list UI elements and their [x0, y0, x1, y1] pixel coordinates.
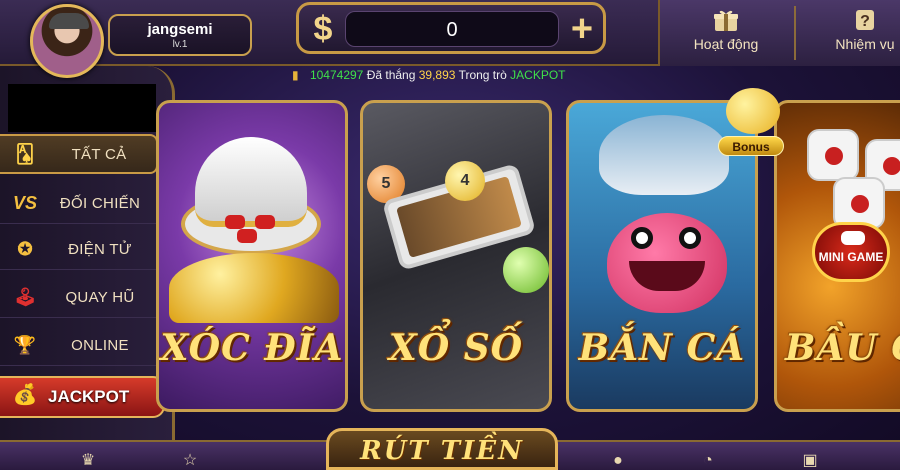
game-card-xo-so[interactable]: 5 4 XỔ SỐ — [360, 100, 552, 412]
game-title: BẮN CÁ — [578, 327, 746, 369]
ticker-amount: 10474297 — [309, 68, 364, 82]
balance-panel: $ 0 + — [296, 2, 606, 54]
mini-game-label: MINI GAME — [818, 250, 884, 264]
fish-eye — [679, 227, 701, 249]
fish-mouth — [629, 261, 705, 291]
cards-icon: 🂡 — [15, 143, 35, 164]
bowl-image — [195, 137, 307, 227]
sidebar-item-label: ĐIỆN TỬ — [68, 241, 132, 258]
add-funds-button[interactable]: + — [563, 10, 601, 48]
sidebar-item-label: ĐỐI CHIẾN — [59, 195, 141, 212]
mini-game-button[interactable]: MINI GAME — [812, 222, 890, 282]
game-card-xoc-dia[interactable]: XÓC ĐĨA — [156, 100, 348, 412]
ticker-won-text: Đã thắng — [366, 68, 416, 82]
fish-eye — [631, 227, 653, 249]
top-right-menu: Hoạt động ? Nhiệm vụ — [658, 0, 900, 66]
activity-button[interactable]: Hoạt động — [676, 8, 776, 64]
svg-text:?: ? — [860, 13, 870, 30]
ticker-mark-icon: ▮ — [292, 68, 299, 82]
game-title: XÓC ĐĨA — [160, 327, 344, 369]
sidebar-item-label: ONLINE — [71, 337, 129, 354]
jackpot-label: JACKPOT — [48, 387, 130, 406]
sidebar-item-online[interactable]: 🏆 ONLINE — [0, 326, 158, 366]
red-chip — [237, 229, 257, 243]
lottery-ball — [503, 247, 549, 293]
sidebar-item-electronic[interactable]: ✪ ĐIỆN TỬ — [0, 230, 158, 270]
red-chip — [225, 215, 245, 229]
jackpot-ticker: ▮ 10474297 Đã thắng 39,893 Trong trò JAC… — [292, 66, 566, 84]
support-icon[interactable]: ◔ — [694, 452, 722, 470]
vs-icon: VS — [12, 193, 37, 213]
sidebar-item-label: QUAY HŨ — [65, 289, 135, 306]
sidebar-item-all[interactable]: 🂡 TẤT CẢ — [0, 134, 158, 174]
balance-value: 0 — [345, 11, 559, 47]
lottery-ball: 4 — [445, 161, 485, 201]
user-name-plate[interactable]: jangsemi lv.1 — [108, 14, 252, 56]
bonus-badge: Bonus — [718, 136, 784, 156]
menu-divider — [794, 6, 796, 60]
star-badge-icon: ✪ — [17, 239, 33, 259]
jackpot-button[interactable]: 💰 JACKPOT — [0, 376, 165, 418]
dice-image — [807, 129, 859, 181]
gamepad-icon — [841, 231, 865, 245]
money-bag-icon: 💰 — [12, 384, 38, 406]
gift-icon — [714, 10, 738, 31]
ticker-prize: 39,893 — [418, 68, 456, 82]
ranking-icon[interactable]: ♛ — [74, 452, 102, 470]
trophy-icon: 🏆 — [13, 335, 37, 355]
user-icon[interactable]: ● — [604, 452, 632, 470]
ticker-game-text: Trong trò — [458, 68, 507, 82]
joystick-icon: 🕹 — [13, 287, 37, 307]
piggy-bank-icon — [726, 88, 780, 134]
mission-button[interactable]: ? Nhiệm vụ — [820, 8, 900, 64]
avatar-hat — [49, 13, 89, 29]
game-title: BẦU CUA — [785, 327, 900, 369]
sidebar-item-slots[interactable]: 🕹 QUAY HŨ — [0, 278, 158, 318]
activity-label: Hoạt động — [693, 36, 759, 52]
game-title: XỔ SỐ — [388, 327, 524, 369]
settings-icon[interactable]: ▣ — [796, 452, 824, 470]
red-chip — [255, 215, 275, 229]
user-level: lv.1 — [172, 39, 188, 50]
mission-label: Nhiệm vụ — [835, 36, 895, 52]
avatar[interactable] — [30, 4, 104, 78]
category-sidebar: 🂡 TẤT CẢ VS ĐỐI CHIẾN ✪ ĐIỆN TỬ 🕹 QUAY H… — [0, 66, 175, 470]
dollar-icon[interactable]: $ — [305, 10, 341, 48]
ticker-game-name: JACKPOT — [510, 68, 566, 82]
redacted-banner — [8, 84, 156, 132]
sidebar-item-versus[interactable]: VS ĐỐI CHIẾN — [0, 184, 158, 224]
star-icon[interactable]: ☆ — [176, 452, 204, 470]
username: jangsemi — [147, 21, 213, 38]
gold-coins-image — [169, 253, 339, 323]
question-scroll-icon: ? — [856, 10, 874, 30]
withdraw-button[interactable]: RÚT TIỀN — [326, 428, 558, 470]
shark-image — [599, 115, 729, 195]
sidebar-item-label: TẤT CẢ — [71, 145, 127, 163]
fish-image — [607, 213, 727, 313]
